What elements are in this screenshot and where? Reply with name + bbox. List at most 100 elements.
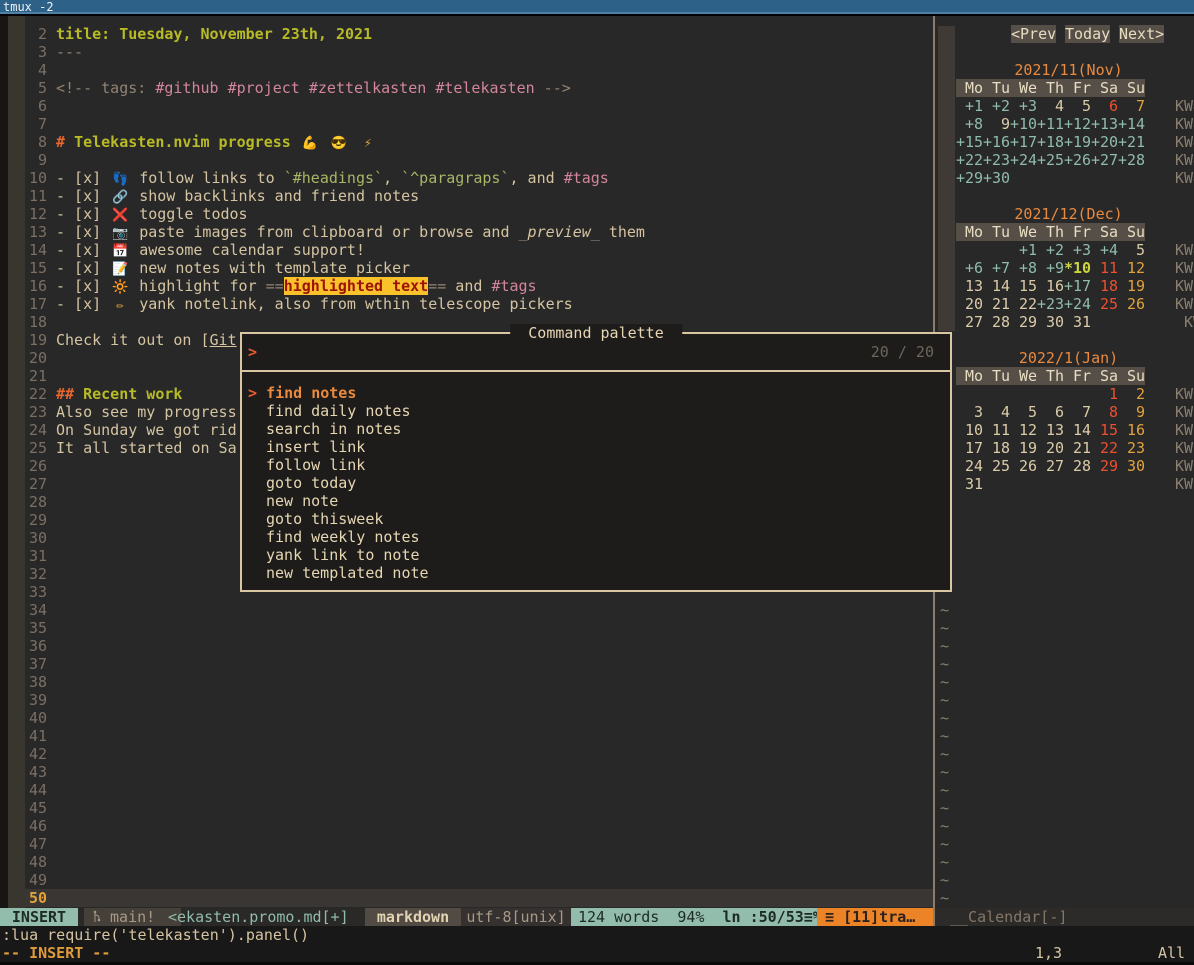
day-cell[interactable]: 26 [1118, 295, 1145, 313]
day-cell[interactable]: +28 [1118, 151, 1145, 169]
day-cell[interactable]: +23 [983, 151, 1010, 169]
day-cell[interactable]: 19 [1010, 439, 1037, 457]
day-cell[interactable]: *10 [1064, 259, 1091, 277]
day-cell[interactable]: 15 [1091, 421, 1118, 439]
day-cell[interactable]: +26 [1064, 151, 1091, 169]
day-cell[interactable]: +14 [1118, 115, 1145, 133]
day-cell[interactable]: 13 [1037, 421, 1064, 439]
day-cell[interactable]: 28 [1064, 457, 1091, 475]
day-cell[interactable]: 24 [956, 457, 983, 475]
day-cell[interactable]: +9 [1037, 259, 1064, 277]
day-cell[interactable]: +4 [1091, 241, 1118, 259]
day-cell[interactable]: 6 [1037, 403, 1064, 421]
day-cell[interactable]: +6 [956, 259, 983, 277]
day-cell[interactable]: +3 [1010, 97, 1037, 115]
day-cell[interactable]: +10 [1010, 115, 1037, 133]
editor-line-10[interactable]: 10- [x] 👣 follow links to `#headings`, `… [25, 169, 933, 187]
palette-item-search-in-notes[interactable]: search in notes [242, 420, 950, 438]
editor-line-8[interactable]: 8# Telekasten.nvim progress 💪 😎 ⚡ [25, 133, 933, 151]
git-link[interactable]: Git [210, 331, 237, 349]
editor-line-12[interactable]: 12- [x] ❌ toggle todos [25, 205, 933, 223]
editor-line-47[interactable]: 47 [25, 835, 933, 853]
day-cell[interactable]: +11 [1037, 115, 1064, 133]
editor-line-13[interactable]: 13- [x] 📷 paste images from clipboard or… [25, 223, 933, 241]
day-cell[interactable]: 4 [1037, 97, 1064, 115]
day-cell[interactable]: 16 [1037, 277, 1064, 295]
editor-line-11[interactable]: 11- [x] 🔗 show backlinks and friend note… [25, 187, 933, 205]
day-cell[interactable]: +18 [1037, 133, 1064, 151]
editor-line-34[interactable]: 34 [25, 601, 933, 619]
day-cell[interactable]: 22 [1010, 295, 1037, 313]
day-cell[interactable]: 30 [1037, 313, 1064, 331]
editor-line-36[interactable]: 36 [25, 637, 933, 655]
day-cell[interactable]: 13 [956, 277, 983, 295]
editor-line-9[interactable]: 9 [25, 151, 933, 169]
day-cell[interactable]: 19 [1118, 277, 1145, 295]
day-cell[interactable]: +12 [1064, 115, 1091, 133]
editor-line-35[interactable]: 35 [25, 619, 933, 637]
editor-line-38[interactable]: 38 [25, 673, 933, 691]
editor-line-3[interactable]: 3--- [25, 43, 933, 61]
command-line[interactable]: :lua require('telekasten').panel() [0, 926, 1194, 944]
editor-line-45[interactable]: 45 [25, 799, 933, 817]
day-cell[interactable]: +8 [1010, 259, 1037, 277]
editor-line-6[interactable]: 6 [25, 97, 933, 115]
day-cell[interactable]: +2 [1037, 241, 1064, 259]
editor-line-44[interactable]: 44 [25, 781, 933, 799]
day-cell[interactable]: 11 [983, 421, 1010, 439]
nav-prev-button[interactable]: <Prev [1011, 25, 1056, 43]
day-cell[interactable]: +24 [1064, 295, 1091, 313]
day-cell[interactable]: 11 [1091, 259, 1118, 277]
day-cell[interactable]: 5 [1010, 403, 1037, 421]
tag-link[interactable]: #zettelkasten [309, 79, 426, 97]
day-cell[interactable]: 7 [1064, 403, 1091, 421]
day-cell[interactable]: 20 [956, 295, 983, 313]
palette-item-yank-link-to-note[interactable]: yank link to note [242, 546, 950, 564]
day-cell[interactable]: 16 [1118, 421, 1145, 439]
day-cell[interactable]: 9 [1118, 403, 1145, 421]
day-cell[interactable]: +16 [983, 133, 1010, 151]
day-cell[interactable]: 6 [1091, 97, 1118, 115]
day-cell[interactable]: +23 [1037, 295, 1064, 313]
editor-line-16[interactable]: 16- [x] 🔆 highlight for ==highlighted te… [25, 277, 933, 295]
editor-line-40[interactable]: 40 [25, 709, 933, 727]
editor-line-48[interactable]: 48 [25, 853, 933, 871]
day-cell[interactable]: +2 [983, 97, 1010, 115]
day-cell[interactable]: 5 [1118, 241, 1145, 259]
day-cell[interactable]: 7 [1118, 97, 1145, 115]
editor-line-50[interactable]: 50 [25, 889, 933, 907]
day-cell[interactable]: 27 [1037, 457, 1064, 475]
day-cell[interactable]: 31 [956, 475, 983, 493]
editor-line-41[interactable]: 41 [25, 727, 933, 745]
palette-item-find-weekly-notes[interactable]: find weekly notes [242, 528, 950, 546]
palette-item-follow-link[interactable]: follow link [242, 456, 950, 474]
day-cell[interactable]: +3 [1064, 241, 1091, 259]
editor-line-17[interactable]: 17- [x] ✏ yank notelink, also from wthin… [25, 295, 933, 313]
editor-line-18[interactable]: 18 [25, 313, 933, 331]
day-cell[interactable]: +8 [956, 115, 983, 133]
palette-item-new-note[interactable]: new note [242, 492, 950, 510]
day-cell[interactable]: 1 [1091, 385, 1118, 403]
editor-line-15[interactable]: 15- [x] 📝 new notes with template picker [25, 259, 933, 277]
palette-item-goto-thisweek[interactable]: goto thisweek [242, 510, 950, 528]
day-cell[interactable]: +24 [1010, 151, 1037, 169]
day-cell[interactable]: +1 [1010, 241, 1037, 259]
day-cell[interactable]: 23 [1118, 439, 1145, 457]
day-cell[interactable]: 20 [1037, 439, 1064, 457]
day-cell[interactable]: 31 [1064, 313, 1091, 331]
palette-prompt-row[interactable]: > 20 / 20 [242, 334, 950, 372]
day-cell[interactable]: 21 [1064, 439, 1091, 457]
day-cell[interactable]: +29 [956, 169, 983, 187]
day-cell[interactable]: 14 [1064, 421, 1091, 439]
palette-item-goto-today[interactable]: goto today [242, 474, 950, 492]
tag-link[interactable]: #github [155, 79, 218, 97]
editor-line-43[interactable]: 43 [25, 763, 933, 781]
tag-link[interactable]: #tags [491, 277, 536, 295]
day-cell[interactable]: 18 [1091, 277, 1118, 295]
day-cell[interactable]: +21 [1118, 133, 1145, 151]
tag-link[interactable]: #tags [564, 169, 609, 187]
day-cell[interactable]: +17 [1010, 133, 1037, 151]
day-cell[interactable]: 30 [1118, 457, 1145, 475]
day-cell[interactable]: +19 [1064, 133, 1091, 151]
day-cell[interactable]: 9 [983, 115, 1010, 133]
